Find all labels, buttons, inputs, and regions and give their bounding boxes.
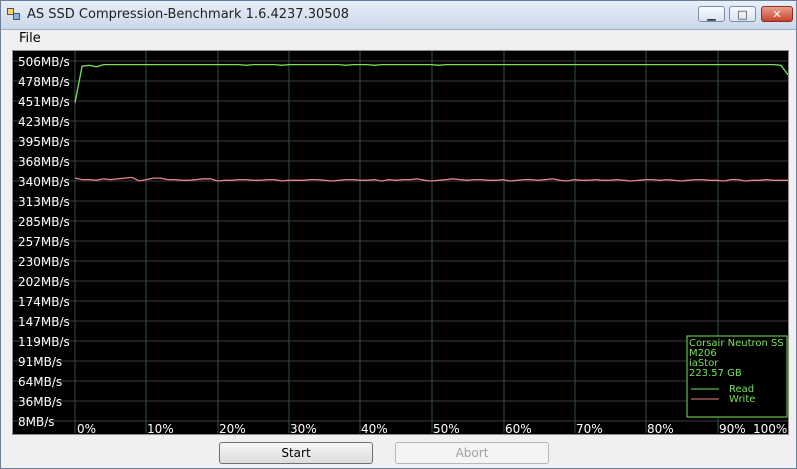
y-tick-label: 340MB/s — [18, 175, 70, 189]
maximize-icon: □ — [737, 7, 748, 21]
chart-canvas: 506MB/s 478MB/s 451MB/s 423MB/s 395MB/s 368MB… — [13, 51, 789, 436]
y-tick-label: 91MB/s — [18, 355, 62, 369]
y-tick-label: 147MB/s — [18, 315, 70, 329]
y-tick-label: 478MB/s — [18, 75, 70, 89]
minimize-icon: ▁ — [707, 7, 716, 21]
y-tick-label: 423MB/s — [18, 115, 70, 129]
title-bar: AS SSD Compression-Benchmark 1.6.4237.30… — [1, 1, 796, 30]
y-tick-label: 64MB/s — [18, 375, 62, 389]
y-tick-label: 395MB/s — [18, 135, 70, 149]
menu-bar: File — [1, 29, 796, 49]
legend-write-label: Write — [729, 394, 755, 405]
y-tick-label: 506MB/s — [18, 55, 70, 69]
close-button[interactable]: ✕ — [761, 6, 793, 22]
menu-file[interactable]: File — [19, 31, 41, 46]
window-title: AS SSD Compression-Benchmark 1.6.4237.30… — [27, 7, 350, 22]
x-tick-label: 80% — [647, 422, 674, 434]
y-tick-label: 36MB/s — [18, 395, 62, 409]
x-tick-label: 90% — [719, 422, 746, 434]
x-tick-label: 0% — [77, 422, 96, 434]
x-tick-label: 10% — [147, 422, 174, 434]
y-tick-label: 451MB/s — [18, 95, 70, 109]
start-button[interactable]: Start — [219, 442, 373, 464]
y-tick-label: 202MB/s — [18, 275, 70, 289]
x-tick-label: 60% — [505, 422, 532, 434]
x-tick-label: 30% — [290, 422, 317, 434]
benchmark-chart: 506MB/s 478MB/s 451MB/s 423MB/s 395MB/s 368MB… — [12, 50, 789, 436]
x-tick-label: 100% — [753, 422, 787, 434]
x-tick-label: 40% — [361, 422, 388, 434]
y-tick-label: 119MB/s — [18, 335, 70, 349]
x-tick-label: 70% — [576, 422, 603, 434]
x-tick-label: 50% — [433, 422, 460, 434]
y-tick-label: 285MB/s — [18, 215, 70, 229]
x-tick-label: 20% — [219, 422, 246, 434]
minimize-button[interactable]: ▁ — [698, 6, 725, 22]
maximize-button[interactable]: □ — [729, 6, 756, 22]
y-tick-label: 368MB/s — [18, 155, 70, 169]
y-tick-label: 8MB/s — [18, 415, 55, 429]
app-window: AS SSD Compression-Benchmark 1.6.4237.30… — [0, 0, 797, 469]
y-tick-label: 257MB/s — [18, 235, 70, 249]
abort-button[interactable]: Abort — [395, 442, 549, 464]
y-tick-label: 230MB/s — [18, 255, 70, 269]
legend-capacity: 223.57 GB — [689, 368, 742, 379]
y-tick-label: 174MB/s — [18, 295, 70, 309]
y-tick-label: 313MB/s — [18, 195, 70, 209]
close-icon: ✕ — [772, 7, 782, 21]
app-icon — [7, 8, 20, 20]
